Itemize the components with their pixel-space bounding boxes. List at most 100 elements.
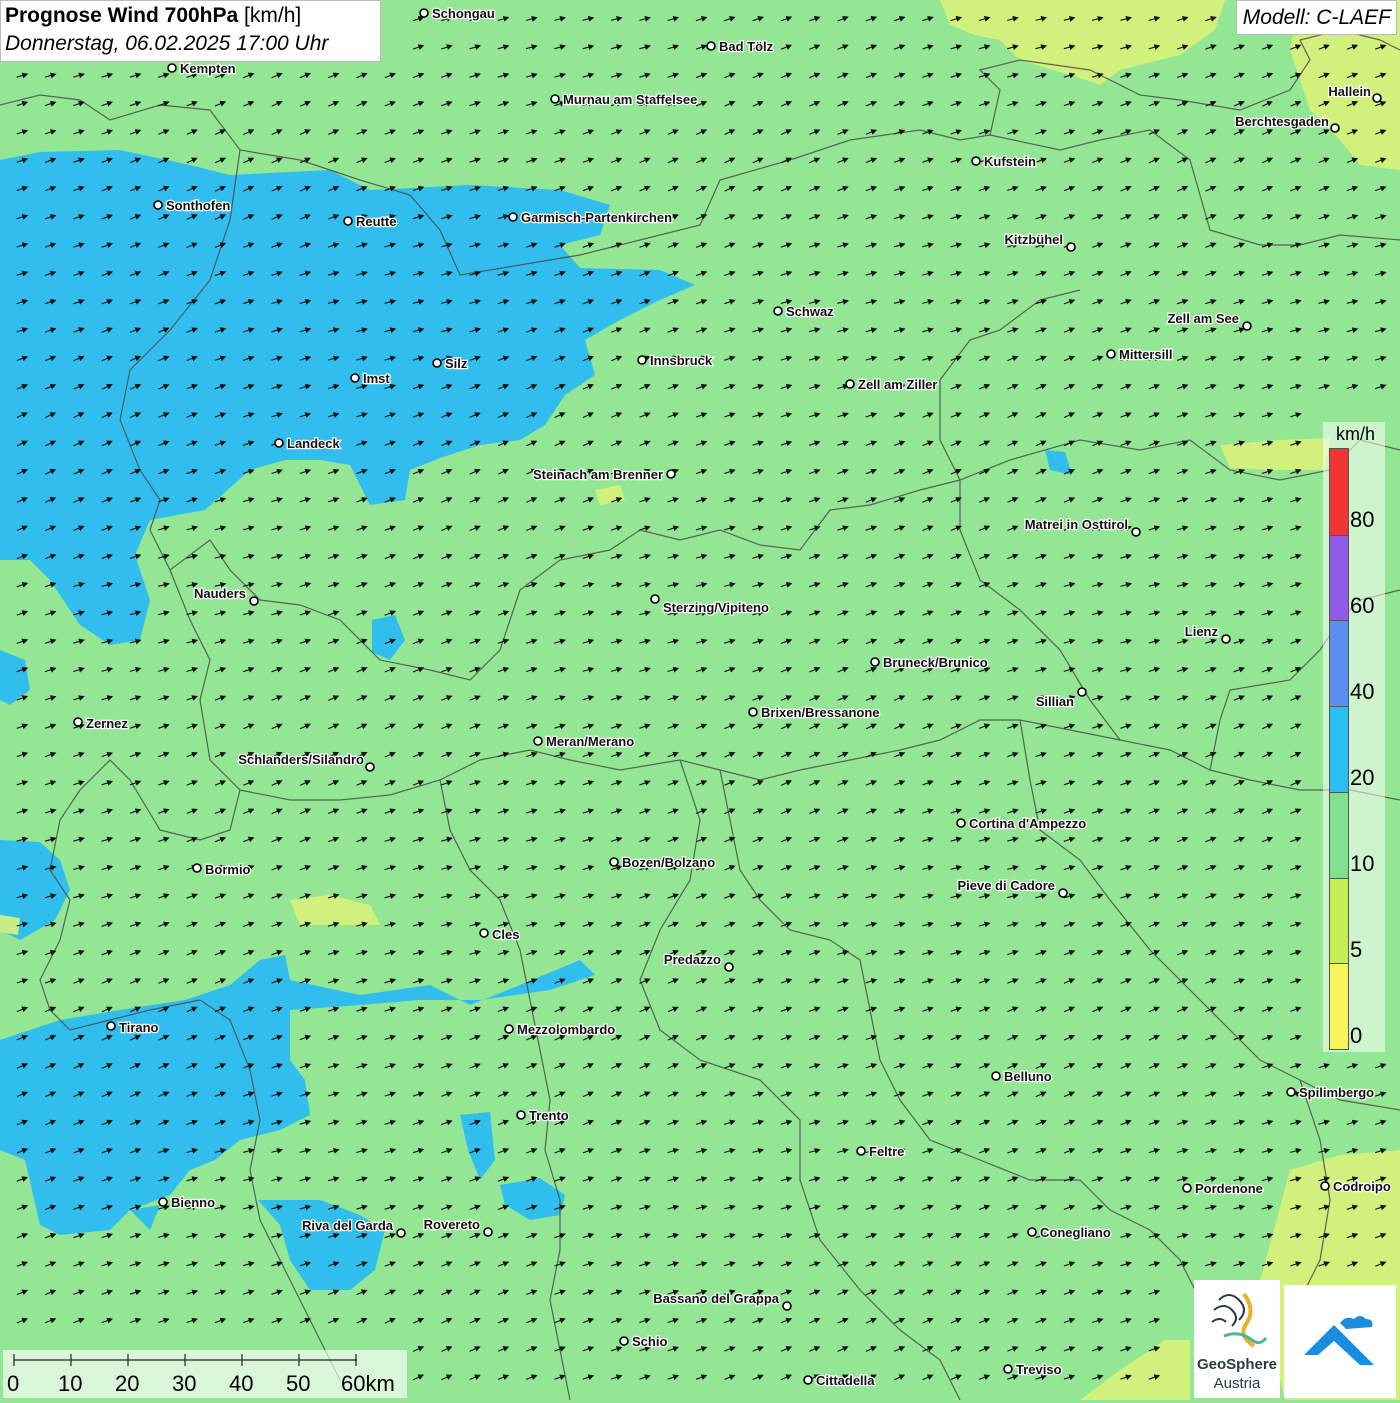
city-marker [637,355,647,365]
city-label: Reutte [356,214,396,229]
logo-name: GeoSphere [1196,1356,1278,1373]
city-label: Kitzbühel [1005,232,1064,247]
city-marker [1077,687,1087,697]
city-label: Sonthofen [166,198,230,213]
city-marker [516,1110,526,1120]
city-label: Riva del Garda [302,1218,394,1233]
city-label: Garmisch-Partenkirchen [521,210,672,225]
city-marker [1106,349,1116,359]
city-marker [274,438,284,448]
city-marker [991,1071,1001,1081]
city-label: Conegliano [1040,1225,1111,1240]
city-marker [1058,888,1068,898]
city-label: Innsbruck [650,353,713,368]
city-marker [782,1301,792,1311]
partner-logo[interactable] [1284,1285,1396,1398]
geosphere-logo[interactable]: GeoSphere Austria [1194,1280,1280,1398]
scale-label-0: 0 [7,1371,20,1396]
city-label: Meran/Merano [546,734,634,749]
city-label: Kufstein [984,154,1036,169]
city-label: Imst [363,371,390,386]
map-title-unit: [km/h] [244,4,302,27]
forecast-datetime: Donnerstag, 06.02.2025 17:00 Uhr [5,32,329,55]
scale-label-50: 50 [286,1371,311,1396]
legend-color-segment [1330,449,1348,535]
city-marker [650,594,660,604]
wind-map: Schongau Bad Tölz Kempten Murnau am Staffel… [0,0,1400,1400]
city-label: Murnau am Staffelsee [563,92,697,107]
city-label: Predazzo [664,952,721,967]
city-marker [1221,634,1231,644]
city-marker [167,63,177,73]
legend-label-10: 10 [1350,851,1375,876]
scale-label-30: 30 [172,1371,197,1396]
city-marker [153,200,163,210]
city-label: Pieve di Cadore [957,878,1055,893]
city-label: Mezzolombardo [517,1022,615,1037]
city-marker [1372,93,1382,103]
legend-label-80: 80 [1350,507,1375,532]
city-marker [773,306,783,316]
city-marker [432,358,442,368]
city-label: Codroipo [1333,1179,1391,1194]
city-marker [504,1024,514,1034]
map-title-main: Prognose Wind 700hPa [5,4,239,27]
city-marker [971,156,981,166]
city-marker [803,1375,813,1385]
city-marker [106,1021,116,1031]
city-label: Trento [529,1108,569,1123]
city-marker [550,94,560,104]
city-label: Kempten [180,61,236,76]
city-marker [748,707,758,717]
scale-label-40: 40 [229,1371,254,1396]
scale-label-60km: 60km [341,1371,395,1396]
city-label: Rovereto [424,1217,480,1232]
city-label: Bozen/Bolzano [622,855,715,870]
scale-bar: 0 10 20 30 40 50 60km [3,1350,407,1398]
city-label: Berchtesgaden [1235,114,1329,129]
geosphere-emblem-icon [1211,1292,1268,1348]
city-label: Steinach am Brenner [533,467,663,482]
city-marker [666,469,676,479]
city-label: Matrei in Osttirol [1025,517,1128,532]
city-label: Schlanders/Silandro [238,752,364,767]
city-marker [158,1197,168,1207]
city-label: Zell am Ziller [858,377,937,392]
city-marker [249,596,259,606]
legend-color-segment [1330,877,1348,964]
city-label: Zell am See [1167,311,1239,326]
city-marker [1242,321,1252,331]
legend-color-segment [1330,791,1348,878]
city-label: Schio [632,1334,667,1349]
city-marker [365,762,375,772]
city-marker [1131,527,1141,537]
city-label: Schwaz [786,304,834,319]
city-marker [479,928,489,938]
city-label: Zernez [86,716,128,731]
city-label: Cortina d'Ampezzo [969,816,1086,831]
city-marker [192,863,202,873]
model-label: Modell: C-LAEF [1235,0,1397,35]
city-label: Bienno [171,1195,215,1210]
city-marker [845,379,855,389]
city-label: Landeck [287,436,341,451]
city-marker [343,216,353,226]
city-marker [724,962,734,972]
city-label: Brixen/Bressanone [761,705,880,720]
legend-color-segment [1330,706,1348,792]
city-label: Hallein [1328,84,1371,99]
city-marker [483,1227,493,1237]
city-label: Schongau [432,6,495,21]
city-label: Mittersill [1119,347,1172,362]
legend-label-20: 20 [1350,765,1375,790]
city-marker [856,1146,866,1156]
city-label: Sillian [1036,694,1074,709]
city-label: Lienz [1185,624,1219,639]
city-marker [619,1336,629,1346]
city-marker [1286,1087,1296,1097]
city-label: Cles [492,927,519,942]
legend-color-bar [1329,448,1349,1050]
legend-unit: km/h [1336,424,1376,444]
legend-label-5: 5 [1350,937,1363,962]
city-marker [350,373,360,383]
